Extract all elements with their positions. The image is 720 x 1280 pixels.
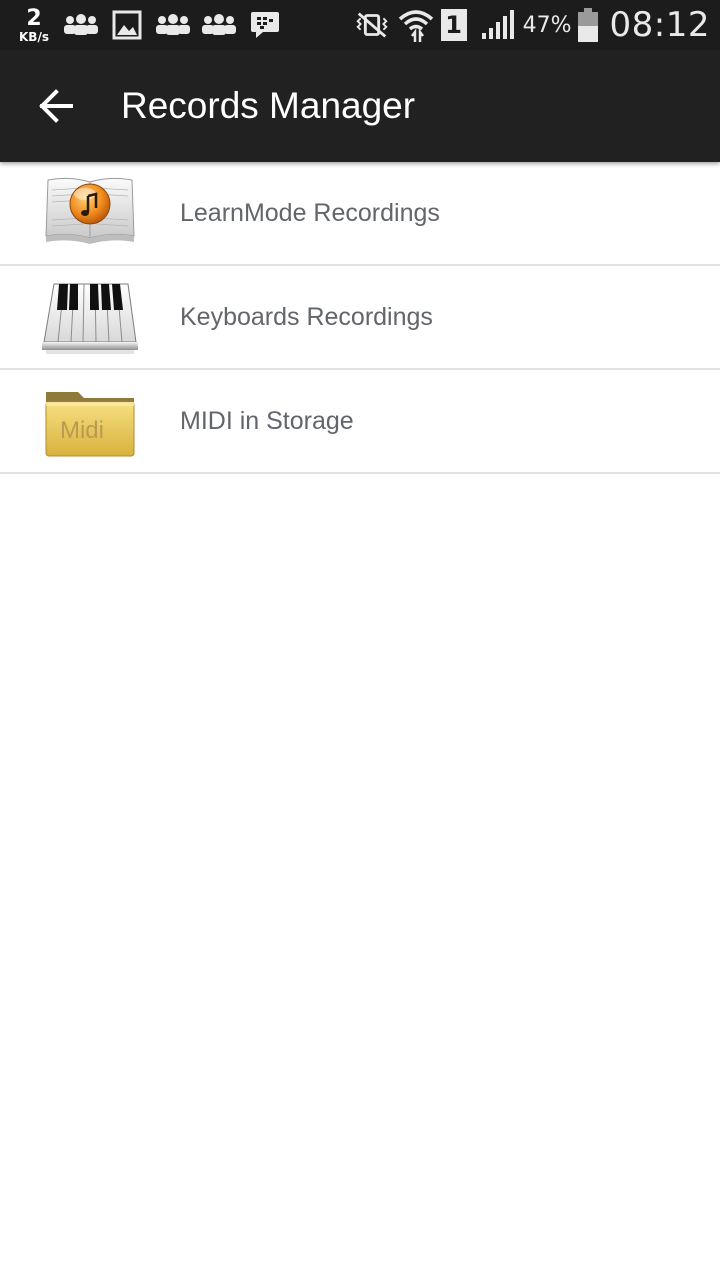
battery-icon	[577, 8, 598, 42]
network-speed-value: 2	[26, 5, 42, 31]
clock: 08:12	[609, 5, 710, 45]
group-icon	[200, 8, 238, 42]
network-speed-unit: KB/s	[19, 29, 49, 44]
list-item-learnmode-recordings[interactable]: LearnMode Recordings	[0, 162, 720, 266]
cellular-signal-icon	[479, 8, 517, 42]
back-button[interactable]	[28, 78, 84, 134]
list-item-label: Keyboards Recordings	[180, 303, 433, 331]
list-item-keyboards-recordings[interactable]: Keyboards Recordings	[0, 266, 720, 370]
records-list: LearnMode Recordings Keyboards Recording…	[0, 162, 720, 474]
page-title: Records Manager	[121, 85, 416, 126]
arrow-back-icon	[39, 89, 73, 123]
list-item-label: LearnMode Recordings	[180, 199, 440, 227]
sim-slot-indicator: 1	[440, 9, 467, 41]
piano-keyboard-icon	[40, 276, 140, 358]
bbm-icon	[246, 8, 284, 42]
music-book-icon	[40, 172, 140, 254]
network-speed-indicator: 2 KB/s	[14, 5, 54, 44]
list-item-label: MIDI in Storage	[180, 407, 354, 435]
midi-folder-icon: Midi	[40, 380, 140, 462]
app-bar: Records Manager	[0, 50, 720, 162]
battery-percentage: 47%	[522, 12, 572, 38]
wifi-icon	[397, 8, 435, 42]
midi-folder-label: Midi	[60, 417, 104, 444]
list-item-midi-in-storage[interactable]: Midi MIDI in Storage	[0, 370, 720, 474]
gallery-icon	[108, 8, 146, 42]
status-bar-system: 1 47% 08:12	[353, 0, 710, 50]
status-bar-notifications: 2 KB/s	[14, 0, 292, 50]
status-bar: 2 KB/s 1 47% 08:12	[0, 0, 720, 50]
group-icon	[62, 8, 100, 42]
group-icon	[154, 8, 192, 42]
vibrate-icon	[353, 8, 391, 42]
